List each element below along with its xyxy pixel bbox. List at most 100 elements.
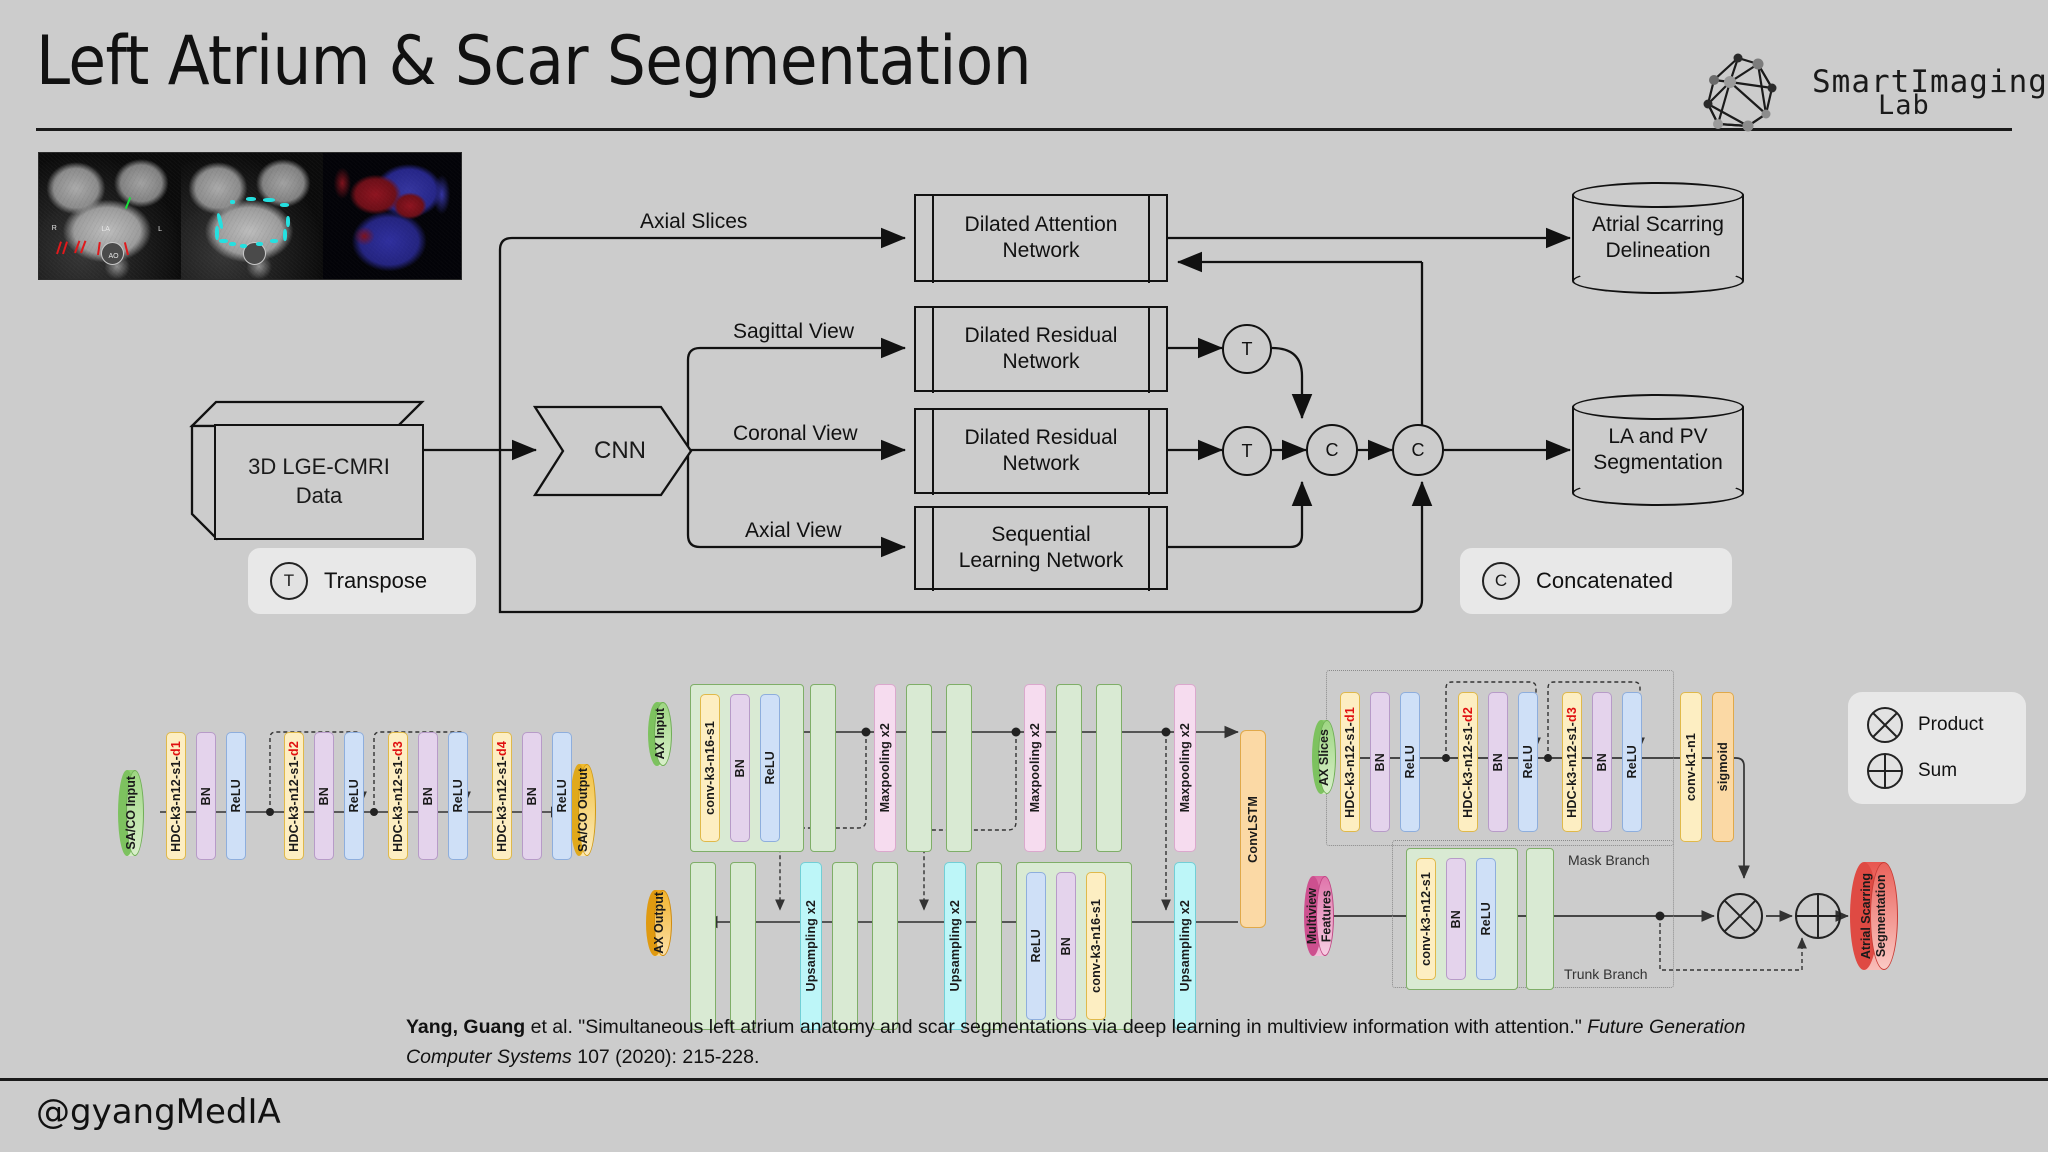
saco-block-relu-3: ReLU: [448, 732, 468, 860]
saco-block-relu-1: ReLU: [226, 732, 246, 860]
dilated-residual-network-sagittal-box[interactable]: Dilated Residual Network: [914, 305, 1168, 393]
trunk-input-line-1: Multiview: [1304, 887, 1319, 945]
box-line-1: Dilated Residual: [964, 323, 1118, 347]
thumbnail-pane-3d-rendering: [322, 153, 461, 279]
trunk-block-conv: conv-k3-n12-s1: [1416, 858, 1436, 980]
transpose-symbol-icon: T: [270, 562, 308, 600]
blk-accent: d1: [1343, 706, 1357, 722]
unet-enc-feature-map-4: [1056, 684, 1082, 852]
saco-block-bn-3: BN: [418, 732, 438, 860]
cyl-line-1: LA and PV: [1608, 424, 1708, 448]
thumbnail-pane-segmented-axial: [180, 153, 323, 279]
mask-block-sigmoid: sigmoid: [1712, 692, 1734, 842]
unet-upsample-2: Upsampling x2: [944, 862, 966, 1030]
legend-transpose: T Transpose: [248, 548, 476, 614]
unet-enc-feature-map-2: [906, 684, 932, 852]
cyl-line-2: Delineation: [1605, 239, 1711, 262]
unet-dec-feature-map-5: [976, 862, 1002, 1030]
blk-text: HDC-k3-n12-s1-: [1343, 721, 1357, 818]
citation-authors: Yang, Guang: [406, 1016, 526, 1038]
saco-block-relu-4: ReLU: [552, 732, 572, 860]
lge-cmri-thumbnail: LA R L AO: [38, 152, 462, 280]
edge-label-sagittal-view: Sagittal View: [733, 320, 855, 343]
blk-text: HDC-k3-n12-s1-: [1461, 721, 1475, 818]
output-atrial-scarring-delineation: Atrial Scarring Delineation: [1572, 182, 1744, 294]
concat-symbol-icon: C: [1482, 562, 1520, 600]
blk-text: HDC-k3-n12-s1-: [287, 755, 301, 852]
citation-tail: 107 (2020): 215-228.: [571, 1046, 760, 1069]
attn-output-line-1: Atrial Scarring: [1859, 872, 1873, 960]
cube-line-1: 3D LGE-CMRI: [248, 454, 390, 480]
saco-block-hdc-d3: HDC-k3-n12-s1-d3: [388, 732, 408, 860]
mask-block-hdc-d1: HDC-k3-n12-s1-d1: [1340, 692, 1360, 832]
cyl-line-1: Atrial Scarring: [1592, 212, 1724, 236]
blk-accent: d1: [169, 740, 183, 756]
logo-text-smartimaging: SmartImaging: [1812, 64, 2048, 100]
thumbnail-annotation-r: R: [51, 224, 57, 232]
mask-input-ax-slices: AX Slices: [1312, 720, 1336, 794]
logo-text-lab: Lab: [1878, 90, 1930, 121]
box-line-1: Dilated Residual: [964, 425, 1118, 449]
thumbnail-annotation-ao: AO: [108, 252, 119, 260]
output-la-and-pv-segmentation: LA and PV Segmentation: [1572, 394, 1744, 506]
mask-block-relu-1: ReLU: [1400, 692, 1420, 832]
saco-block-bn-4: BN: [522, 732, 542, 860]
page-title: Left Atrium & Scar Segmentation: [36, 22, 1031, 101]
unet-input-node: AX Input: [648, 702, 672, 766]
edge-label-coronal-view: Coronal View: [733, 422, 858, 445]
citation-middle: et al. "Simultaneous left atrium anatomy…: [525, 1016, 1588, 1038]
sum-icon: [1867, 753, 1903, 789]
saco-output-label: SA/CO Output: [576, 767, 590, 852]
box-line-2: Network: [1002, 239, 1080, 262]
blk-accent: d2: [287, 740, 301, 756]
unet-convlstm: ConvLSTM: [1240, 730, 1266, 928]
attn-output-line-2: Segmentation: [1874, 874, 1888, 958]
legend-transpose-label: Transpose: [324, 568, 428, 593]
unet-maxpool-3: Maxpooling x2: [1174, 684, 1196, 852]
dilated-residual-network-coronal-box[interactable]: Dilated Residual Network: [914, 407, 1168, 495]
mask-block-relu-2: ReLU: [1518, 692, 1538, 832]
concat-node-2: C: [1392, 424, 1444, 476]
saco-input-node: SA/CO Input: [118, 770, 144, 856]
cnn-label: CNN: [594, 437, 646, 464]
unet-input-label: AX Input: [653, 708, 667, 760]
product-operator-icon: [1717, 893, 1763, 939]
transpose-node-coronal: T: [1222, 426, 1272, 476]
sequential-learning-network-box[interactable]: Sequential Learning Network: [914, 505, 1168, 591]
input-cube-label: 3D LGE-CMRI Data: [214, 424, 424, 540]
blk-accent: d3: [391, 740, 405, 756]
trunk-input-line-2: Features: [1319, 889, 1333, 943]
attention-mask-trunk-branch-diagram: Mask Branch Trunk Branch AX Slices Multi…: [1300, 670, 1940, 992]
box-line-1: Dilated Attention: [964, 212, 1118, 236]
unet-upsample-1: Upsampling x2: [800, 862, 822, 1030]
box-line-1: Sequential: [991, 522, 1091, 546]
edge-label-axial-slices: Axial Slices: [640, 210, 748, 233]
unet-dec-bn: BN: [1056, 872, 1076, 1020]
axial-sequential-learning-unet-diagram: AX Input AX Output conv-k3-n16-s1 BN ReL…: [646, 672, 1280, 1030]
unet-enc-feature-map-5: [1096, 684, 1122, 852]
saco-output-node: SA/CO Output: [570, 764, 596, 856]
mask-block-conv-k1-n1: conv-k1-n1: [1680, 692, 1702, 842]
unet-dec-feature-map-4: [872, 862, 898, 1030]
blk-text: HDC-k3-n12-s1-: [495, 755, 509, 852]
sum-operator-icon: [1795, 893, 1841, 939]
unet-dec-feature-map-3: [832, 862, 858, 1030]
trunk-branch-label: Trunk Branch: [1564, 966, 1648, 982]
unet-dec-feature-map-2: [730, 862, 756, 1030]
cnn-node: CNN: [532, 405, 693, 497]
legend-operators: Product Sum: [1848, 692, 2026, 804]
box-line-2: Network: [1002, 452, 1080, 475]
input-3d-lge-cmri-data: 3D LGE-CMRI Data: [189, 400, 425, 541]
saco-block-hdc-d1: HDC-k3-n12-s1-d1: [166, 732, 186, 860]
sa-co-dilated-residual-network-diagram: SA/CO Input SA/CO Output HDC-k3-n12-s1-d…: [118, 690, 628, 940]
blk-text: HDC-k3-n12-s1-: [391, 755, 405, 852]
unet-enc-relu: ReLU: [760, 694, 780, 842]
unet-dec-conv: conv-k3-n16-s1: [1086, 872, 1106, 1020]
citation-text: Yang, Guang et al. "Simultaneous left at…: [406, 1012, 1786, 1072]
edge-label-axial-view: Axial View: [745, 519, 842, 542]
legend-product-row: Product: [1866, 706, 1983, 744]
saco-block-hdc-d4: HDC-k3-n12-s1-d4: [492, 732, 512, 860]
legend-sum-row: Sum: [1866, 752, 1957, 790]
dilated-attention-network-box[interactable]: Dilated Attention Network: [914, 193, 1168, 283]
blk-accent: d3: [1565, 706, 1579, 722]
